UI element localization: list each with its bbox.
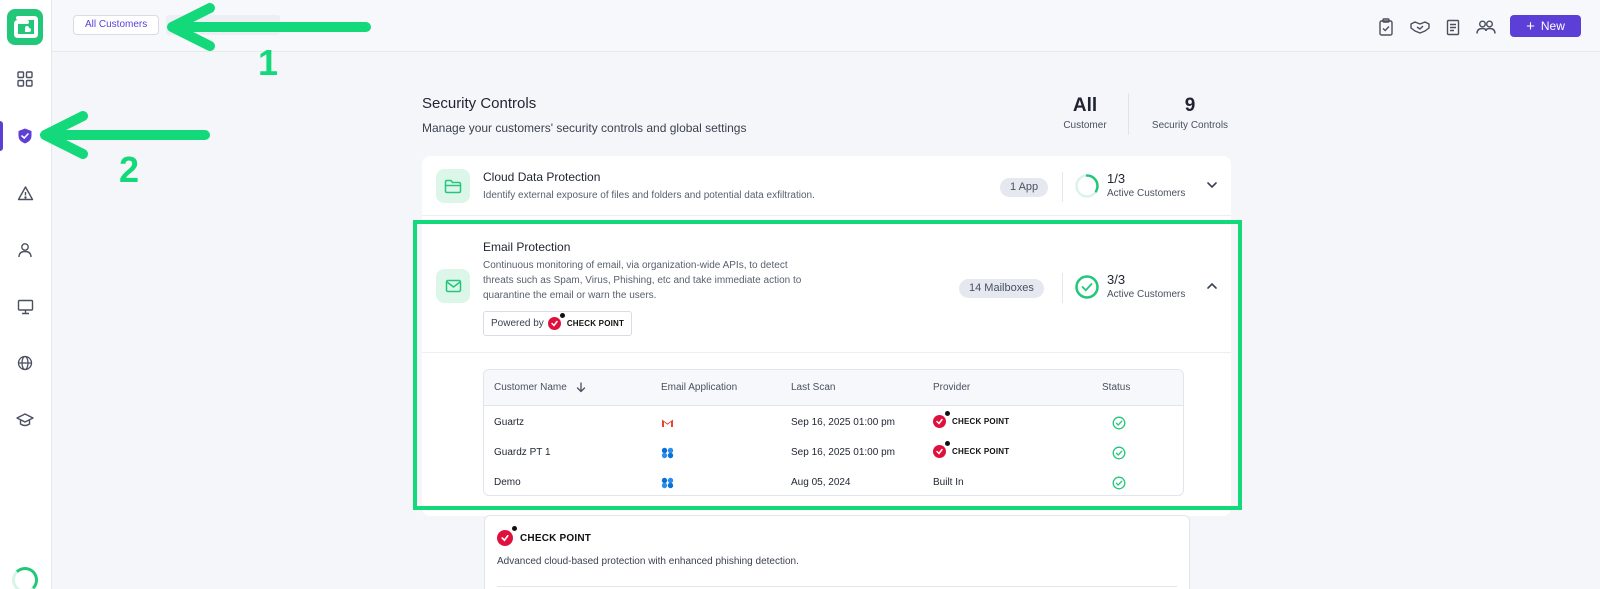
new-button-label: New bbox=[1540, 19, 1565, 33]
checkpoint-card-divider bbox=[497, 586, 1177, 587]
checkpoint-wordmark: CHECK POINT bbox=[566, 319, 625, 328]
provider-checkpoint-logo: CHECK POINT bbox=[933, 441, 1010, 458]
stat-security-controls: 9 Security Controls bbox=[1145, 95, 1235, 131]
column-header-email-application: Email Application bbox=[661, 382, 738, 393]
dashboard-icon[interactable] bbox=[12, 66, 38, 92]
document-icon[interactable] bbox=[1442, 16, 1464, 38]
column-header-provider: Provider bbox=[933, 382, 971, 393]
last-scan-cell: Sep 16, 2025 01:00 pm bbox=[791, 417, 895, 428]
table-header: Customer Name Email Application Last Sca… bbox=[484, 370, 1183, 406]
table-row[interactable]: Guartz Sep 16, 2025 01:00 pm CHECK POINT bbox=[484, 408, 1183, 438]
customer-name-cell: Guartz bbox=[494, 417, 525, 428]
column-header-last-scan: Last Scan bbox=[791, 382, 836, 393]
top-bar: All Customers bbox=[52, 0, 1600, 52]
stat-security-controls-label: Security Controls bbox=[1151, 120, 1229, 131]
checkpoint-mark-icon bbox=[933, 411, 950, 428]
checkpoint-mark-icon bbox=[497, 526, 517, 546]
page-title: Security Controls bbox=[422, 95, 537, 112]
checkpoint-wordmark: CHECK POINT bbox=[520, 532, 592, 544]
breadcrumb-track bbox=[166, 15, 280, 35]
email-protection-title: Email Protection bbox=[483, 240, 571, 254]
checkpoint-mark-icon bbox=[547, 313, 565, 330]
last-scan-cell: Sep 16, 2025 01:00 pm bbox=[791, 447, 895, 458]
alert-triangle-icon[interactable] bbox=[12, 180, 38, 206]
stat-security-controls-value: 9 bbox=[1184, 95, 1196, 116]
graduation-cap-icon[interactable] bbox=[12, 407, 38, 433]
stat-customer: All Customer bbox=[1060, 95, 1110, 131]
cloud-progress-ring bbox=[1075, 174, 1099, 198]
annotation-number-2: 2 bbox=[119, 149, 140, 190]
checkpoint-logo: CHECK POINT bbox=[497, 526, 592, 546]
cloud-active-fraction: 1/3 bbox=[1107, 171, 1126, 186]
sidebar bbox=[0, 0, 52, 589]
cloud-data-protection-title: Cloud Data Protection bbox=[483, 170, 601, 184]
users-group-icon[interactable] bbox=[1475, 16, 1497, 38]
customer-name-cell: Demo bbox=[494, 477, 521, 488]
sort-arrow-down-icon[interactable] bbox=[576, 382, 586, 393]
email-separator bbox=[1062, 273, 1063, 303]
gmail-icon bbox=[662, 419, 673, 427]
loading-spinner-icon bbox=[12, 567, 38, 589]
active-nav-indicator bbox=[0, 121, 3, 151]
shield-icon[interactable] bbox=[12, 123, 38, 149]
control-row-cloud-data-protection[interactable]: Cloud Data Protection Identify external … bbox=[422, 156, 1231, 216]
email-active-fraction: 3/3 bbox=[1107, 272, 1126, 287]
email-section-divider bbox=[422, 352, 1231, 353]
cloud-separator bbox=[1062, 172, 1063, 202]
new-button[interactable]: + New bbox=[1510, 15, 1581, 37]
outlook-icon bbox=[661, 477, 674, 489]
status-check-icon bbox=[1112, 446, 1126, 460]
table-row[interactable]: Guardz PT 1 Sep 16, 2025 01:00 pm CHECK … bbox=[484, 438, 1183, 468]
powered-by-label: Powered by bbox=[491, 318, 544, 329]
column-header-status: Status bbox=[1102, 382, 1131, 393]
status-check-icon bbox=[1112, 416, 1126, 430]
cloud-active-label: Active Customers bbox=[1107, 188, 1186, 199]
mail-icon bbox=[436, 269, 470, 303]
monitor-icon[interactable] bbox=[12, 294, 38, 320]
stat-customer-label: Customer bbox=[1063, 120, 1107, 131]
provider-checkpoint-logo: CHECK POINT bbox=[933, 411, 1010, 428]
powered-by-checkpoint: Powered by CHECK POINT bbox=[483, 311, 632, 336]
provider-cell: CHECK POINT bbox=[952, 447, 1010, 456]
stat-divider bbox=[1128, 93, 1129, 135]
email-active-label: Active Customers bbox=[1107, 289, 1186, 300]
page-subtitle: Manage your customers' security controls… bbox=[422, 121, 747, 135]
app-logo[interactable] bbox=[7, 9, 43, 45]
table-row[interactable]: Demo Aug 05, 2024 Built In bbox=[484, 468, 1183, 495]
cloud-app-count-badge: 1 App bbox=[1000, 178, 1049, 197]
email-customers-table: Customer Name Email Application Last Sca… bbox=[483, 369, 1184, 496]
clipboard-check-icon[interactable] bbox=[1375, 16, 1397, 38]
email-mailbox-count-badge: 14 Mailboxes bbox=[959, 279, 1044, 298]
last-scan-cell: Aug 05, 2024 bbox=[791, 477, 851, 488]
security-controls-card: Cloud Data Protection Identify external … bbox=[422, 156, 1231, 516]
annotation-number-1: 1 bbox=[258, 42, 279, 83]
checkpoint-logo: CHECK POINT bbox=[547, 313, 625, 330]
email-protection-description: Continuous monitoring of email, via orga… bbox=[483, 258, 801, 303]
column-header-customer-name[interactable]: Customer Name bbox=[494, 382, 586, 393]
all-customers-button[interactable]: All Customers bbox=[73, 15, 160, 35]
email-progress-ring bbox=[1075, 275, 1099, 299]
checkpoint-info-card: CHECK POINT Advanced cloud-based protect… bbox=[484, 515, 1190, 589]
handshake-icon[interactable] bbox=[1409, 16, 1431, 38]
user-icon[interactable] bbox=[12, 237, 38, 263]
globe-icon[interactable] bbox=[12, 350, 38, 376]
outlook-icon bbox=[661, 447, 674, 459]
provider-cell: CHECK POINT bbox=[952, 417, 1010, 426]
column-header-label: Customer Name bbox=[494, 382, 567, 393]
email-description-line: Continuous monitoring of email, via orga… bbox=[483, 260, 788, 271]
cloud-data-protection-description: Identify external exposure of files and … bbox=[483, 190, 815, 201]
chevron-up-icon[interactable] bbox=[1205, 279, 1219, 293]
customer-name-cell: Guardz PT 1 bbox=[494, 447, 551, 458]
email-description-line: quarantine the email or warn the users. bbox=[483, 290, 657, 301]
status-check-icon bbox=[1112, 476, 1126, 490]
folder-icon bbox=[436, 169, 470, 203]
chevron-down-icon[interactable] bbox=[1205, 178, 1219, 192]
checkpoint-description: Advanced cloud-based protection with enh… bbox=[497, 556, 799, 567]
provider-cell: Built In bbox=[933, 477, 964, 488]
stat-customer-value: All bbox=[1072, 95, 1098, 116]
email-description-line: threats such as Spam, Virus, Phishing, e… bbox=[483, 275, 802, 286]
plus-icon: + bbox=[1526, 17, 1535, 35]
checkpoint-mark-icon bbox=[933, 441, 950, 458]
